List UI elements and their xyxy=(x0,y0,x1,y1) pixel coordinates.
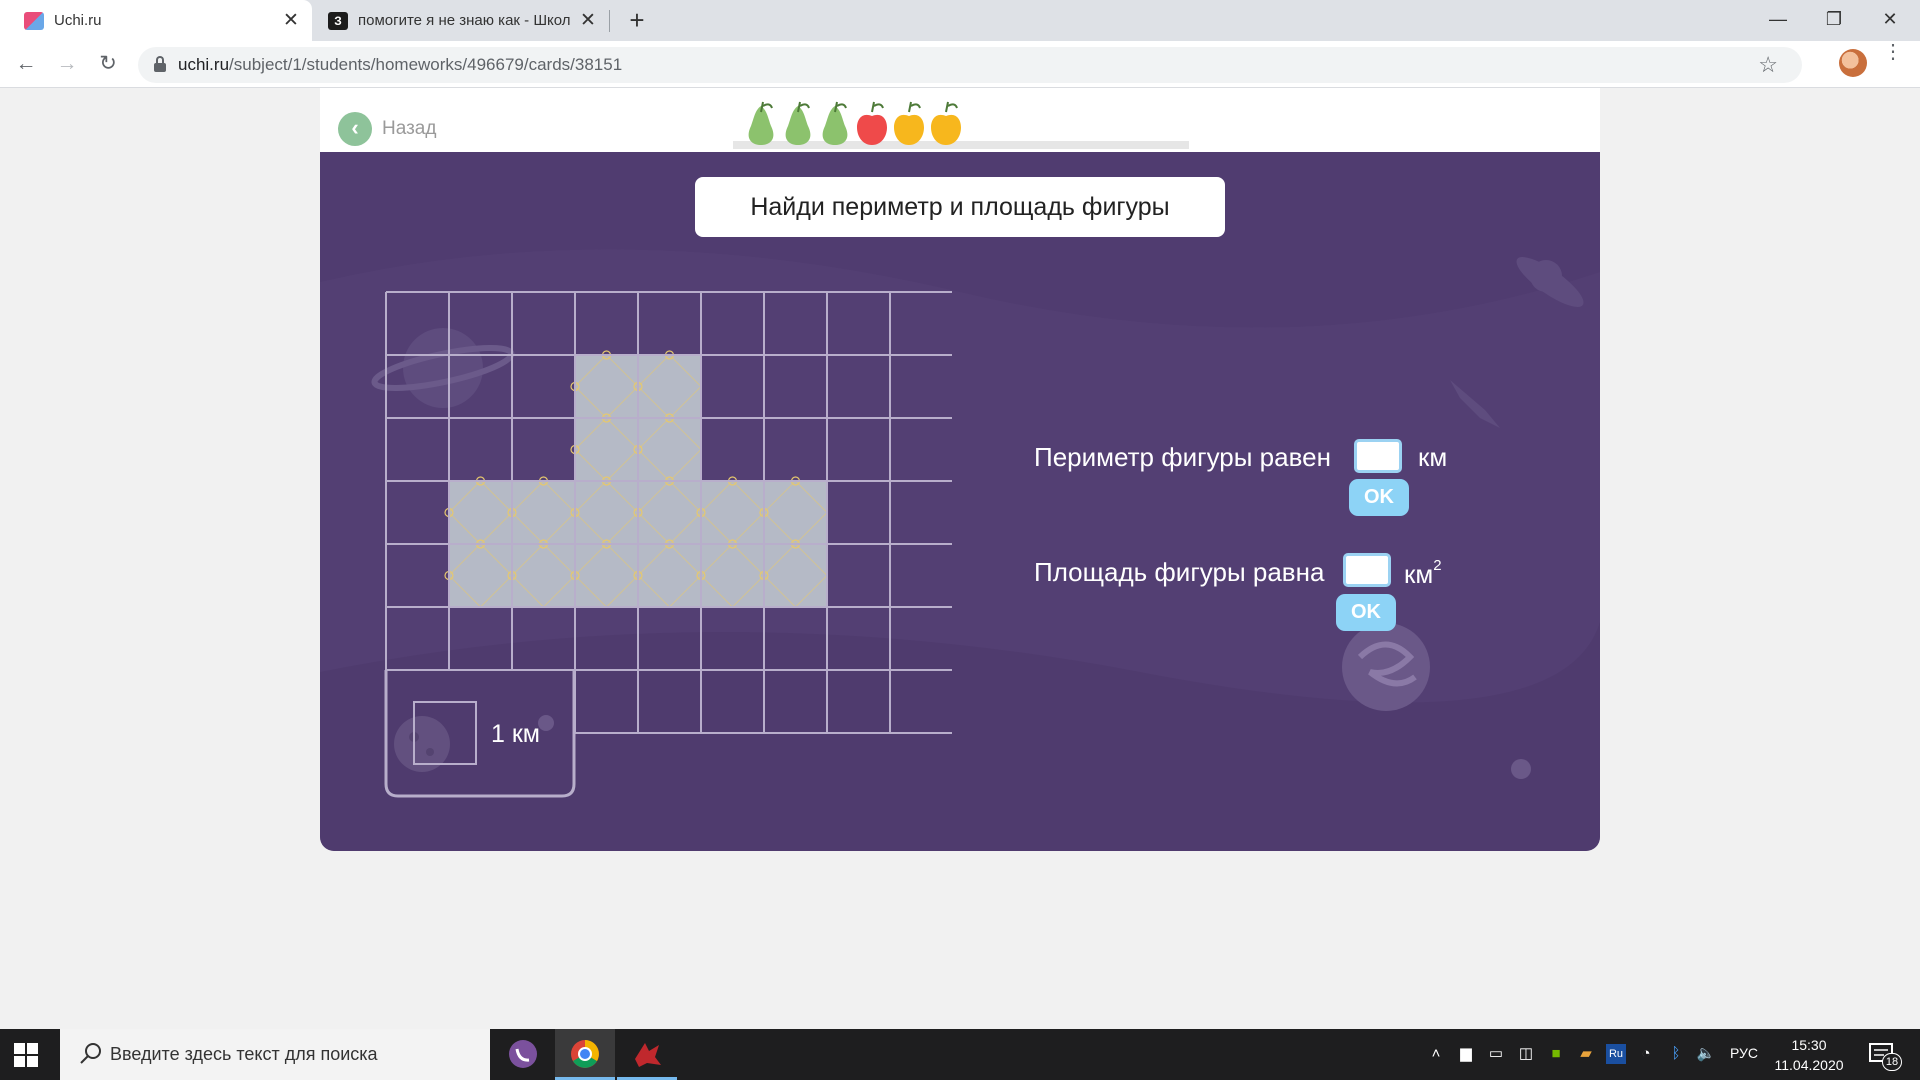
browser-tab-bar: Uchi.ru ✕ З помогите я не знаю как - Шко… xyxy=(0,0,1920,41)
apple-icon xyxy=(857,101,887,145)
restore-window-button[interactable]: ❐ xyxy=(1806,0,1862,41)
volume-icon[interactable]: 🔈 xyxy=(1696,1044,1716,1064)
windows-taskbar: Введите здесь текст для поиска ˄ ▆ ▭ ◫ ■… xyxy=(0,1029,1920,1080)
input-language[interactable]: РУС xyxy=(1730,1045,1758,1065)
area-label: Площадь фигуры равна xyxy=(1034,557,1325,587)
bookmark-star-icon[interactable]: ☆ xyxy=(1758,52,1778,78)
office-icon[interactable]: ▰ xyxy=(1576,1044,1596,1064)
url-text[interactable]: uchi.ru/subject/1/students/homeworks/496… xyxy=(178,55,622,75)
clock-date: 11.04.2020 xyxy=(1774,1057,1844,1073)
notification-center-button[interactable]: 18 xyxy=(1868,1041,1902,1071)
minimize-window-button[interactable]: — xyxy=(1750,0,1806,41)
back-arrow-icon[interactable]: ← xyxy=(10,49,42,81)
figure-cell xyxy=(575,355,638,418)
clock-time: 15:30 xyxy=(1791,1037,1827,1053)
viber-icon xyxy=(509,1040,537,1068)
figure-cell xyxy=(638,355,701,418)
figure-cell xyxy=(575,418,638,481)
search-icon xyxy=(80,1043,101,1064)
bluetooth-icon[interactable]: ᛒ xyxy=(1666,1044,1686,1064)
figure-cell xyxy=(575,481,638,544)
display-icon[interactable]: ◫ xyxy=(1516,1044,1536,1064)
taskbar-search-box[interactable]: Введите здесь текст для поиска xyxy=(60,1029,490,1080)
wifi-icon[interactable]: ◔ xyxy=(1636,1044,1656,1064)
back-label: Назад xyxy=(382,118,437,139)
figure-cell xyxy=(638,544,701,607)
tab-title: помогите я не знаю как - Школ xyxy=(358,12,571,29)
figure-grid: 1 км xyxy=(384,291,952,798)
task-panel: Найди периметр и площадь фигуры 1 км Пер… xyxy=(320,152,1600,851)
address-bar[interactable]: uchi.ru/subject/1/students/homeworks/496… xyxy=(138,47,1802,83)
uchi-favicon-icon xyxy=(24,11,44,30)
pear-icon xyxy=(748,101,774,145)
znanija-favicon-icon: З xyxy=(328,11,348,30)
figure-cell xyxy=(449,544,512,607)
chevron-left-icon: ‹ xyxy=(338,112,372,146)
figure-cell xyxy=(512,481,575,544)
game-app-button[interactable] xyxy=(617,1029,677,1080)
notification-count-badge: 18 xyxy=(1882,1053,1902,1071)
scale-unit-square xyxy=(413,701,477,765)
close-window-button[interactable]: ✕ xyxy=(1862,0,1918,41)
card-header: ‹ Назад xyxy=(320,88,1600,152)
red-dragon-icon xyxy=(635,1043,661,1067)
area-input[interactable] xyxy=(1343,553,1391,587)
task-title: Найди периметр и площадь фигуры xyxy=(695,177,1225,237)
search-placeholder: Введите здесь текст для поиска xyxy=(110,1044,378,1064)
windows-start-icon[interactable] xyxy=(14,1043,38,1067)
tab-uchi[interactable]: Uchi.ru ✕ xyxy=(0,0,312,41)
menu-dots-icon[interactable]: ⋮ xyxy=(1883,42,1903,62)
figure-cell xyxy=(638,481,701,544)
close-tab-icon[interactable]: ✕ xyxy=(276,9,306,32)
figure-cell xyxy=(701,544,764,607)
viber-app-button[interactable] xyxy=(493,1029,553,1080)
scale-label: 1 км xyxy=(491,720,540,748)
progress-fruits xyxy=(748,101,961,145)
reload-icon[interactable]: ↻ xyxy=(92,49,124,81)
figure-cell xyxy=(638,418,701,481)
perimeter-input[interactable] xyxy=(1354,439,1402,473)
profile-avatar[interactable] xyxy=(1839,49,1867,77)
rocket-icon xyxy=(1450,380,1500,428)
battery-icon[interactable]: ▭ xyxy=(1486,1044,1506,1064)
figure-cell xyxy=(764,481,827,544)
chrome-app-button[interactable] xyxy=(555,1029,615,1080)
desktop-icon[interactable]: ▆ xyxy=(1456,1044,1476,1064)
pear-icon xyxy=(785,101,811,145)
tab-divider xyxy=(609,10,610,32)
swirl-planet-icon xyxy=(1342,623,1430,711)
new-tab-button[interactable]: + xyxy=(622,5,652,35)
figure-cell xyxy=(764,544,827,607)
perimeter-label: Периметр фигуры равен xyxy=(1034,442,1331,472)
back-button[interactable]: ‹ Назад xyxy=(338,112,436,146)
lemon-icon xyxy=(894,101,924,145)
lock-icon xyxy=(154,56,166,73)
forward-arrow-icon[interactable]: → xyxy=(51,49,83,81)
taskbar-clock[interactable]: 15:30 11.04.2020 xyxy=(1774,1035,1844,1075)
small-planet-icon xyxy=(1511,759,1531,779)
area-ok-button[interactable]: OK xyxy=(1336,594,1396,631)
area-unit: км2 xyxy=(1404,557,1442,589)
perimeter-unit: км xyxy=(1418,442,1448,472)
figure-cell xyxy=(701,481,764,544)
pear-icon xyxy=(822,101,848,145)
lemon-icon xyxy=(931,101,961,145)
figure-cell xyxy=(512,544,575,607)
figure-cell xyxy=(575,544,638,607)
nvidia-icon[interactable]: ■ xyxy=(1546,1044,1566,1064)
figure-cell xyxy=(449,481,512,544)
tab-title: Uchi.ru xyxy=(54,12,102,29)
chrome-icon xyxy=(571,1040,599,1068)
language-switcher-icon[interactable]: Ru xyxy=(1606,1044,1626,1064)
tab-znanija[interactable]: З помогите я не знаю как - Школ ✕ xyxy=(312,0,609,41)
perimeter-ok-button[interactable]: OK xyxy=(1349,479,1409,516)
browser-toolbar: ← → ↻ uchi.ru/subject/1/students/homewor… xyxy=(0,41,1920,88)
close-tab-icon[interactable]: ✕ xyxy=(573,9,603,32)
chevron-up-icon[interactable]: ˄ xyxy=(1426,1044,1446,1064)
